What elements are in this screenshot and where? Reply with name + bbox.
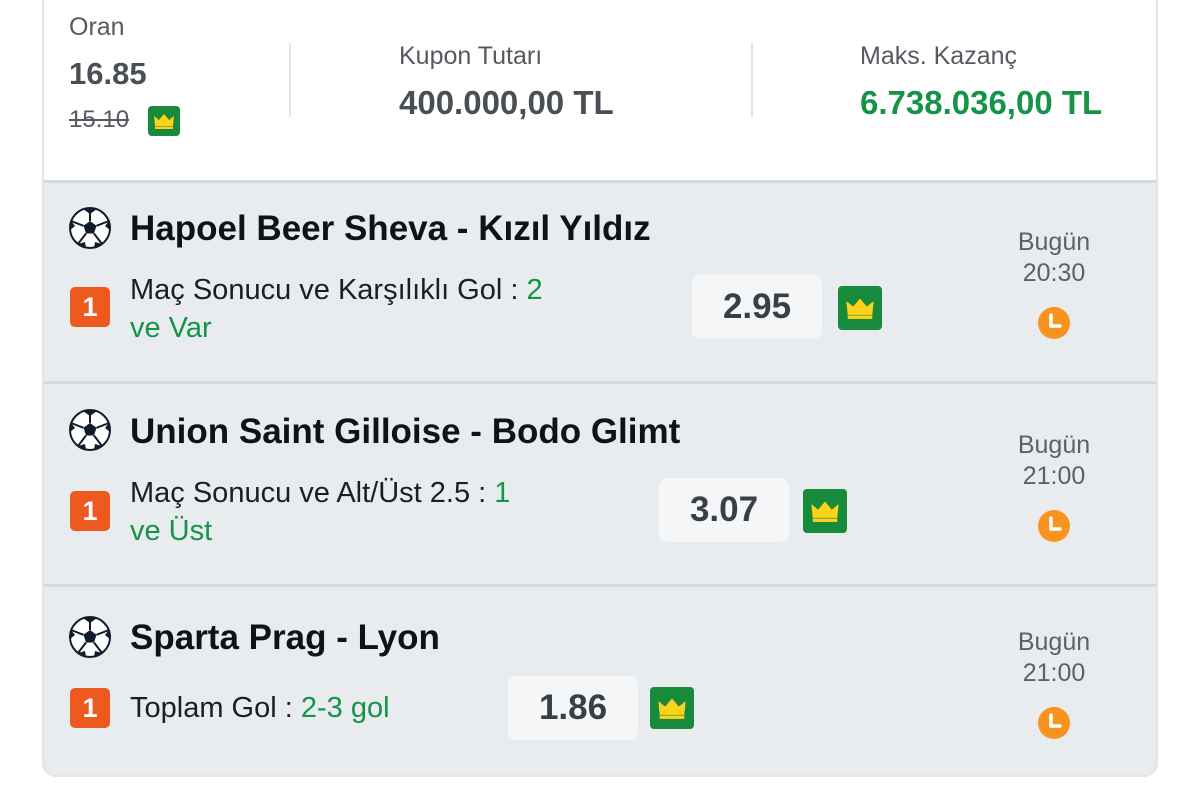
kupon-tutari-label: Kupon Tutarı [399,42,543,70]
odds-box[interactable]: 3.07 [659,478,789,542]
summary-divider [751,43,753,117]
selection-badge: 1 [70,491,110,531]
match-time: Bugün 20:30 [984,227,1124,289]
match-hour: 21:00 [1022,462,1086,490]
clock-icon [1038,707,1070,739]
crown-icon [148,106,180,136]
match-day: Bugün [1017,431,1091,459]
market-name: Maç Sonucu ve Alt/Üst 2.5 : [130,477,495,509]
match-time: Bugün 21:00 [984,430,1124,492]
bet-row: Sparta Prag - Lyon 1 Toplam Gol : 2-3 go… [44,587,1156,775]
match-day: Bugün [1017,228,1091,256]
match-title[interactable]: Sparta Prag - Lyon [130,618,440,658]
match-title[interactable]: Hapoel Beer Sheva - Kızıl Yıldız [130,209,651,249]
crown-icon [838,286,882,330]
market-name: Toplam Gol : [130,692,301,724]
selection-value-cont: ve Üst [130,515,213,547]
odds-box[interactable]: 1.86 [508,676,638,740]
market-text: Maç Sonucu ve Alt/Üst 2.5 : 1 ve Üst [130,474,510,550]
clock-icon [1038,510,1070,542]
selection-badge: 1 [70,287,110,327]
selection-value: 1 [494,477,511,509]
clock-icon [1038,307,1070,339]
match-time: Bugün 21:00 [984,627,1124,689]
selection-value: 2-3 gol [300,692,390,724]
soccer-ball-icon [69,207,111,249]
market-text: Toplam Gol : 2-3 gol [130,689,390,727]
match-hour: 21:00 [1022,659,1086,687]
market-name: Maç Sonucu ve Karşılıklı Gol : [130,274,527,306]
soccer-ball-icon [69,409,111,451]
summary-divider [289,43,291,117]
match-hour: 20:30 [1022,259,1086,287]
selection-value: 2 [526,274,543,306]
match-title[interactable]: Union Saint Gilloise - Bodo Glimt [130,412,680,452]
selection-badge: 1 [70,688,110,728]
coupon-card: Oran 16.85 15.10 Kupon Tutarı 400.000,00… [42,0,1158,777]
soccer-ball-icon [69,616,111,658]
market-text: Maç Sonucu ve Karşılıklı Gol : 2 ve Var [130,271,543,347]
oran-old-value: 15.10 [69,106,130,133]
crown-icon [803,489,847,533]
odds-box[interactable]: 2.95 [692,275,822,339]
maks-kazanc-value: 6.738.036,00 TL [860,84,1103,121]
oran-label: Oran [69,13,125,41]
oran-value: 16.85 [69,56,147,91]
maks-kazanc-label: Maks. Kazanç [860,42,1018,70]
bet-row: Union Saint Gilloise - Bodo Glimt 1 Maç … [44,384,1156,584]
selection-value-cont: ve Var [130,312,212,344]
kupon-tutari-value: 400.000,00 TL [399,84,614,121]
crown-icon [650,687,694,729]
bet-row: Hapoel Beer Sheva - Kızıl Yıldız 1 Maç S… [44,183,1156,381]
coupon-summary: Oran 16.85 15.10 Kupon Tutarı 400.000,00… [44,0,1156,180]
match-day: Bugün [1017,628,1091,656]
